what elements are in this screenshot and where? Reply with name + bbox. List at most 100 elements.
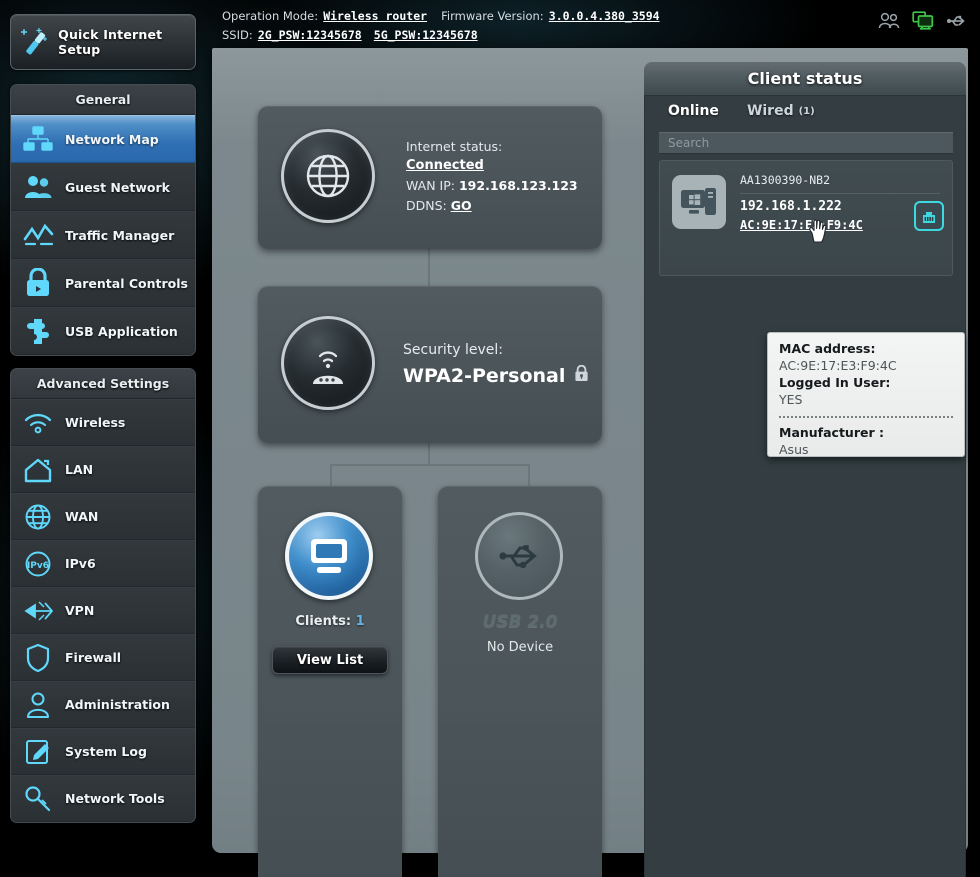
client-status-panel: Client status Online Wired (1) Search AA… xyxy=(644,62,966,877)
main-content-panel: Internet status: Connected WAN IP: 192.1… xyxy=(212,48,968,877)
sidebar-item-label: Guest Network xyxy=(65,179,170,195)
client-list: AA1300390-NB2 192.168.1.222 AC:9E:17:E3:… xyxy=(659,160,965,457)
operation-mode-value[interactable]: Wireless router xyxy=(323,9,427,23)
network-tools-icon xyxy=(11,785,65,813)
view-list-button[interactable]: View List xyxy=(272,646,388,674)
tooltip-divider xyxy=(779,416,953,418)
tooltip-user-label: Logged In User: xyxy=(779,375,891,390)
tab-online[interactable]: Online xyxy=(654,96,733,126)
divider xyxy=(740,193,940,194)
security-level-card[interactable]: Security level: WPA2-Personal xyxy=(258,286,602,443)
ssid-label: SSID: xyxy=(222,28,253,42)
connector-line xyxy=(428,249,430,286)
svg-text:IPv6: IPv6 xyxy=(27,561,49,571)
tab-wired[interactable]: Wired (1) xyxy=(733,96,829,126)
client-monitor-icon[interactable] xyxy=(912,11,934,34)
firmware-version-value[interactable]: 3.0.0.4.380_3594 xyxy=(549,9,660,23)
connector-line xyxy=(528,464,530,488)
sidebar-item-administration[interactable]: Administration xyxy=(11,681,195,728)
search-input[interactable]: Search xyxy=(659,132,953,154)
sidebar-item-label: Network Map xyxy=(65,131,159,147)
top-status-bar: Operation Mode: Wireless router Firmware… xyxy=(212,0,980,46)
ssid-5g-value[interactable]: 5G_PSW:12345678 xyxy=(374,28,478,42)
list-item[interactable]: AA1300390-NB2 192.168.1.222 AC:9E:17:E3:… xyxy=(660,161,952,243)
tooltip-user-value: YES xyxy=(779,392,803,407)
lan-home-icon xyxy=(11,456,65,484)
security-level-info: Security level: WPA2-Personal xyxy=(403,338,589,390)
wan-ip-value: 192.168.123.123 xyxy=(458,178,578,193)
security-level-value: WPA2-Personal xyxy=(403,365,566,387)
usb-application-puzzle-icon xyxy=(11,317,65,346)
ddns-row: DDNS: GO xyxy=(406,196,578,216)
tooltip-manufacturer-value: Asus xyxy=(779,442,809,457)
client-mac-address[interactable]: AC:9E:17:E3:F9:4C xyxy=(740,218,863,232)
sidebar-item-traffic-manager[interactable]: Traffic Manager xyxy=(11,211,195,259)
connector-line xyxy=(428,443,430,465)
sidebar-item-wan[interactable]: WAN xyxy=(11,493,195,540)
sidebar-item-network-map[interactable]: Network Map xyxy=(11,115,195,163)
clients-label: Clients: xyxy=(295,614,352,629)
usb-version-title: USB 2.0 xyxy=(482,612,558,632)
usb-port-icon xyxy=(475,512,563,600)
tab-online-label: Online xyxy=(668,103,719,119)
sidebar-item-usb-application[interactable]: USB Application xyxy=(11,307,195,355)
internet-status-card[interactable]: Internet status: Connected WAN IP: 192.1… xyxy=(258,106,602,249)
sidebar-item-guest-network[interactable]: Guest Network xyxy=(11,163,195,211)
sidebar-item-label: USB Application xyxy=(65,323,178,339)
ddns-label: DDNS: xyxy=(406,198,447,213)
ssid-2g-value[interactable]: 2G_PSW:12345678 xyxy=(258,28,362,42)
sidebar-item-label: IPv6 xyxy=(65,556,96,571)
sidebar-item-lan[interactable]: LAN xyxy=(11,446,195,493)
guest-network-icon xyxy=(11,173,65,201)
vpn-icon xyxy=(11,598,65,624)
sidebar-item-label: Parental Controls xyxy=(65,275,188,291)
ethernet-wired-icon[interactable] xyxy=(914,201,944,231)
usb-device-status: No Device xyxy=(486,640,554,655)
tooltip-mac-value: AC:9E:17:E3:F9:4C xyxy=(779,358,897,373)
topbar-line-one: Operation Mode: Wireless router Firmware… xyxy=(222,5,660,24)
clients-count-value: 1 xyxy=(355,614,365,629)
sidebar-item-label: WAN xyxy=(65,509,99,524)
wireless-icon xyxy=(11,411,65,435)
sidebar-item-firewall[interactable]: Firewall xyxy=(11,634,195,681)
ddns-go-link[interactable]: GO xyxy=(451,198,472,213)
internet-status-info: Internet status: Connected WAN IP: 192.1… xyxy=(406,138,578,216)
sidebar-group-advanced: Advanced Settings Wireless LAN WAN IPv6 … xyxy=(10,368,196,823)
firmware-version-label: Firmware Version: xyxy=(441,9,544,23)
network-map-diagram: Internet status: Connected WAN IP: 192.1… xyxy=(258,58,618,877)
system-log-icon xyxy=(11,738,65,766)
client-status-body: Online Wired (1) Search AA1300390-NB2 19… xyxy=(644,96,966,877)
sidebar-item-wireless[interactable]: Wireless xyxy=(11,399,195,446)
operation-mode-label: Operation Mode: xyxy=(222,9,319,23)
security-level-label: Security level: xyxy=(403,342,503,358)
router-icon xyxy=(281,316,375,410)
users-icon[interactable] xyxy=(878,12,900,34)
connector-line xyxy=(330,464,332,488)
internet-status-value[interactable]: Connected xyxy=(406,156,578,176)
sidebar-item-system-log[interactable]: System Log xyxy=(11,728,195,775)
sidebar-advanced-title: Advanced Settings xyxy=(11,369,195,399)
sidebar-item-label: VPN xyxy=(65,603,95,618)
quick-internet-setup-button[interactable]: Quick Internet Setup xyxy=(10,14,196,70)
traffic-manager-icon xyxy=(11,222,65,248)
sidebar-item-vpn[interactable]: VPN xyxy=(11,587,195,634)
sidebar-general-title: General xyxy=(11,85,195,115)
sidebar-item-label: Network Tools xyxy=(65,791,165,806)
parental-controls-lock-icon xyxy=(11,268,65,298)
clients-card[interactable]: Clients: 1 View List xyxy=(258,486,402,877)
internet-status-label: Internet status: xyxy=(406,139,503,154)
sidebar-item-parental-controls[interactable]: Parental Controls xyxy=(11,259,195,307)
windows-pc-icon xyxy=(672,175,726,229)
tab-wired-label: Wired xyxy=(746,103,794,119)
connector-line xyxy=(330,464,530,466)
firewall-shield-icon xyxy=(11,643,65,673)
ipv6-icon: IPv6 xyxy=(11,550,65,578)
usb-icon[interactable] xyxy=(946,13,968,33)
clients-count-caption: Clients: 1 xyxy=(258,614,402,629)
lock-icon[interactable] xyxy=(574,362,589,390)
usb-card[interactable]: USB 2.0 No Device xyxy=(438,486,602,877)
sidebar-item-ipv6[interactable]: IPv6 IPv6 xyxy=(11,540,195,587)
security-level-value-row: WPA2-Personal xyxy=(403,362,589,390)
sidebar-item-label: Administration xyxy=(65,697,170,712)
sidebar-item-network-tools[interactable]: Network Tools xyxy=(11,775,195,822)
